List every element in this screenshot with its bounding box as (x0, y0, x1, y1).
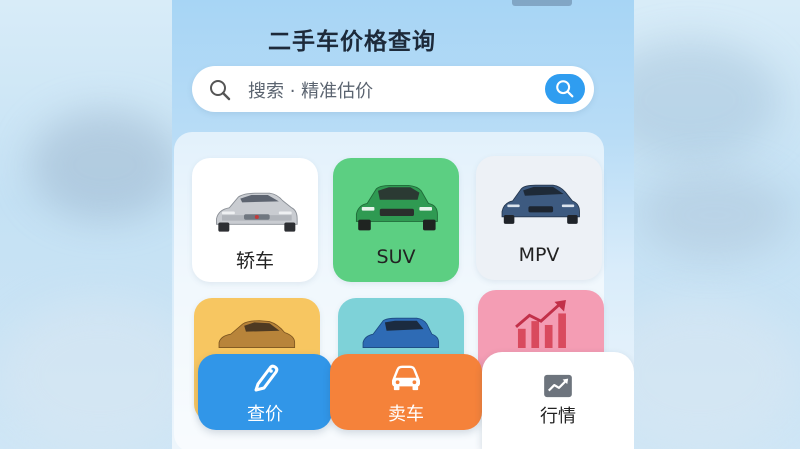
background-blur (640, 170, 790, 260)
search-icon (210, 80, 231, 101)
category-label: MPV (518, 244, 560, 266)
search-input[interactable]: 搜索 · 精准估价 (192, 66, 594, 112)
mpv-car-icon (501, 184, 580, 224)
category-tile-suv[interactable]: SUV (333, 158, 459, 282)
nav-label: 行情 (540, 406, 576, 427)
page-title: 二手车价格查询 (268, 29, 436, 55)
search-placeholder: 搜索 · 精准估价 (248, 81, 374, 102)
price-tag-icon (254, 364, 279, 392)
nav-label: 查价 (247, 404, 283, 425)
market-trend-icon (544, 374, 572, 398)
nav-query-price-button[interactable]: 查价 (198, 354, 332, 430)
nav-label: 卖车 (388, 404, 424, 425)
search-icon (556, 80, 574, 98)
phone-screen: 二手车价格查询 搜索 · 精准估价 轿车 SUV MPV 查价 卖车 行情 (172, 0, 634, 449)
category-label: 轿车 (235, 250, 274, 272)
trend-chart-icon (515, 300, 566, 348)
hatchback-car-icon (362, 317, 440, 349)
status-bar-indicator (512, 0, 572, 6)
category-tile-sedan[interactable]: 轿车 (192, 158, 318, 282)
background-blur (0, 300, 200, 449)
category-label: SUV (376, 246, 416, 268)
search-button[interactable] (545, 74, 585, 104)
suv-car-icon (355, 184, 438, 231)
coupe-car-icon (218, 320, 296, 349)
car-front-icon (392, 365, 420, 391)
sedan-car-icon (216, 192, 298, 232)
nav-sell-car-button[interactable]: 卖车 (330, 354, 482, 430)
nav-market-button[interactable]: 行情 (482, 352, 634, 449)
background-blur (30, 110, 180, 220)
category-tile-mpv[interactable]: MPV (476, 156, 602, 280)
